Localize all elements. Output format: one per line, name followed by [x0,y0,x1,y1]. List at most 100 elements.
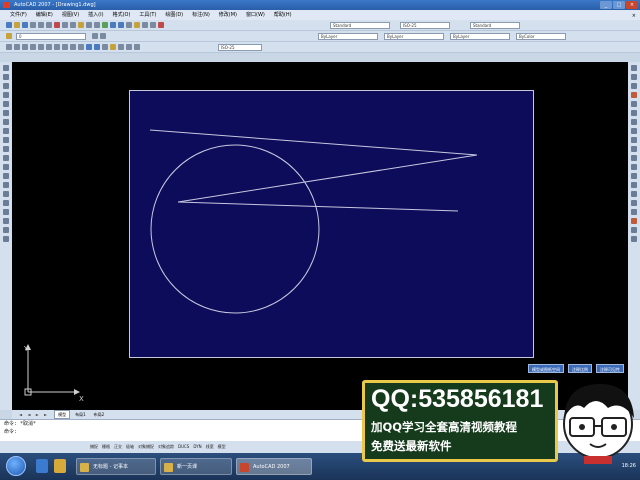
ortho-toggle[interactable]: 正交 [114,441,122,453]
menu-format[interactable]: 格式(O) [113,10,131,20]
maximize-button[interactable]: □ [613,1,625,9]
design-center-icon[interactable] [142,22,148,28]
menu-help[interactable]: 帮助(H) [274,10,292,20]
menu-file[interactable]: 文件(F) [10,10,27,20]
close-button[interactable]: × [626,1,638,9]
drawing-area[interactable]: Y X [12,62,628,410]
circle-icon[interactable] [54,44,60,50]
pan-icon[interactable] [102,22,108,28]
ellipse-icon[interactable] [78,44,84,50]
extend-icon[interactable] [3,155,9,161]
center-mark-icon[interactable] [631,218,637,224]
print-icon[interactable] [30,22,36,28]
leader-icon[interactable] [631,200,637,206]
taskbar-notepad[interactable]: 无标题 - 记事本 [76,458,156,475]
cut-icon[interactable] [54,22,60,28]
dyn-toggle[interactable]: DYN [193,441,201,453]
plot-style-combo[interactable]: ByColor [516,33,566,40]
help-icon[interactable] [158,22,164,28]
tolerance-icon[interactable] [631,209,637,215]
polar-toggle[interactable]: 极轴 [126,441,134,453]
open-file-icon[interactable] [14,22,20,28]
scale-icon[interactable] [3,128,9,134]
array-icon[interactable] [3,101,9,107]
dimension-diameter-icon[interactable] [631,155,637,161]
paste-icon[interactable] [70,22,76,28]
dim-update-icon[interactable] [631,236,637,242]
zoom-window-icon[interactable] [118,22,124,28]
zoom-previous-icon[interactable] [126,22,132,28]
dim-edit-icon[interactable] [631,227,637,233]
snap-toggle[interactable]: 捕捉 [90,441,98,453]
lineweight-toggle[interactable]: 线宽 [206,441,214,453]
insert-block-icon[interactable] [86,44,92,50]
region-icon[interactable] [118,44,124,50]
menu-edit[interactable]: 编辑(E) [36,10,53,20]
layer-previous-icon[interactable] [100,33,106,39]
mirror-icon[interactable] [3,83,9,89]
pan-tool-icon[interactable] [631,65,637,71]
zoom-realtime-icon[interactable] [110,22,116,28]
match-properties-icon[interactable] [78,22,84,28]
dim-style-combo[interactable]: ISO-25 [400,22,450,29]
draw-order-icon[interactable] [3,209,9,215]
tab-layout1[interactable]: 布局1 [72,410,89,419]
polyline-icon[interactable] [22,44,28,50]
trim-icon[interactable] [3,146,9,152]
osnap-toggle[interactable]: 对象捕捉 [138,441,154,453]
offset-icon[interactable] [3,92,9,98]
model-space-button[interactable]: 模型或图纸空间 [528,364,564,373]
continue-icon[interactable] [631,191,637,197]
undo-icon[interactable] [86,22,92,28]
annotation-visibility-button[interactable]: 注释可见性 [596,364,624,373]
text-style-combo[interactable]: Standard [330,22,390,29]
tool-palettes-icon[interactable] [150,22,156,28]
tab-layout2[interactable]: 布局2 [91,410,108,419]
menu-dimension[interactable]: 标注(N) [192,10,210,20]
lengthen-icon[interactable] [3,218,9,224]
tab-model[interactable]: 模型 [54,410,71,419]
join-icon[interactable] [3,173,9,179]
stretch-icon[interactable] [3,137,9,143]
redo-icon[interactable] [94,22,100,28]
publish-icon[interactable] [46,22,52,28]
ie-quicklaunch-icon[interactable] [36,459,48,473]
taskbar-course[interactable]: 新一页课 [160,458,232,475]
chamfer-icon[interactable] [3,182,9,188]
ducs-toggle[interactable]: DUCS [178,441,189,453]
divide-icon[interactable] [3,236,9,242]
save-icon[interactable] [22,22,28,28]
start-button[interactable] [6,456,26,476]
drawing-geometry[interactable] [12,62,628,410]
layer-combo[interactable]: 0 [16,33,86,40]
layer-manager-icon[interactable] [6,33,12,39]
break-icon[interactable] [3,164,9,170]
color-combo[interactable]: ByLayer [318,33,378,40]
linetype-combo[interactable]: ByLayer [384,33,444,40]
table-icon[interactable] [126,44,132,50]
workspace-combo[interactable]: ISO-25 [218,44,262,51]
named-views-icon[interactable] [631,101,637,107]
drawn-circle[interactable] [150,144,320,314]
rotate-icon[interactable] [3,119,9,125]
drawn-line-3[interactable] [177,201,459,212]
menu-draw[interactable]: 绘图(D) [165,10,183,20]
drawn-line-1[interactable] [149,129,478,156]
copy-object-icon[interactable] [3,74,9,80]
new-file-icon[interactable] [6,22,12,28]
zoom-tool-icon[interactable] [631,74,637,80]
spline-icon[interactable] [70,44,76,50]
dimension-radius-icon[interactable] [631,146,637,152]
make-current-icon[interactable] [92,33,98,39]
baseline-icon[interactable] [631,182,637,188]
arc-icon[interactable] [46,44,52,50]
construction-line-icon[interactable] [14,44,20,50]
dimension-angular-icon[interactable] [631,164,637,170]
explode-icon[interactable] [3,200,9,206]
properties-icon[interactable] [134,22,140,28]
drawn-line-2[interactable] [177,154,478,203]
make-block-icon[interactable] [94,44,100,50]
dimension-linear-icon[interactable] [631,128,637,134]
dimension-aligned-icon[interactable] [631,137,637,143]
menu-insert[interactable]: 插入(I) [88,10,103,20]
